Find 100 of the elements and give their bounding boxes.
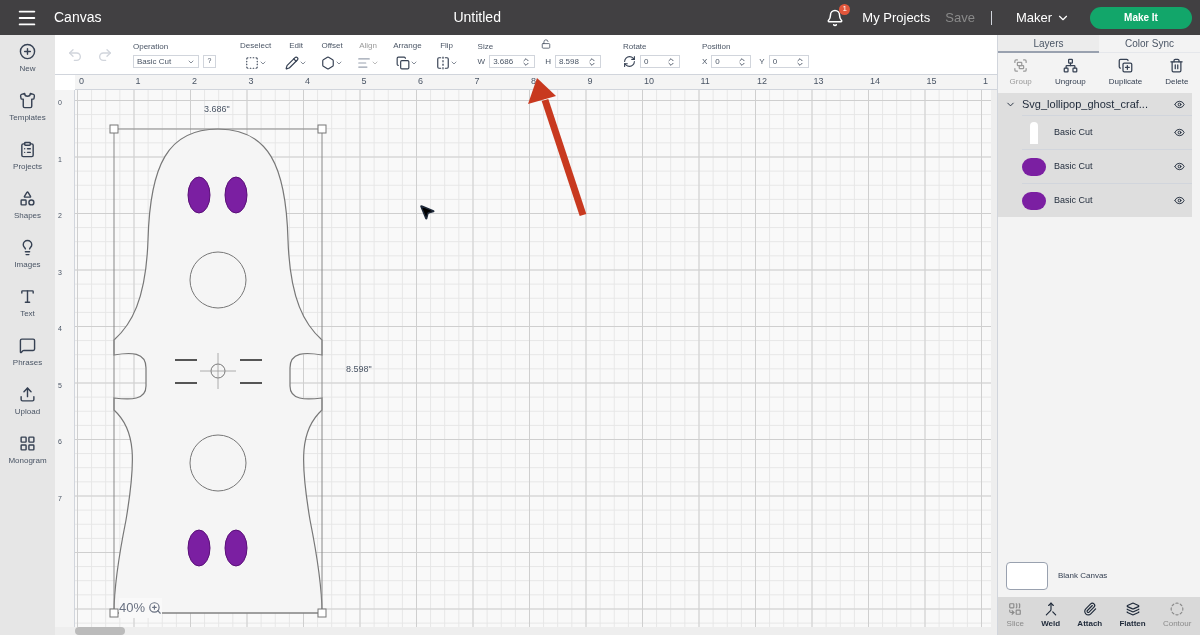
oval-thumbnail-icon bbox=[1022, 191, 1046, 210]
ruler-label: 2 bbox=[192, 75, 197, 88]
bottom-action-button[interactable]: Weld bbox=[1041, 602, 1061, 630]
text-icon bbox=[19, 288, 36, 305]
ruler-label: 13 bbox=[813, 75, 824, 88]
layer-row[interactable]: Basic Cut bbox=[1022, 115, 1192, 149]
group-row[interactable]: Svg_lollipop_ghost_craf... bbox=[998, 93, 1192, 115]
spinner-icon[interactable] bbox=[586, 56, 597, 67]
slice-icon bbox=[1008, 602, 1023, 616]
spinner-icon[interactable] bbox=[521, 56, 532, 67]
width-dimension-label: 3.686" bbox=[204, 103, 230, 116]
height-label: H bbox=[545, 55, 551, 68]
ruler-label: 3 bbox=[248, 75, 254, 88]
align-icon bbox=[357, 55, 372, 70]
size-label: Size bbox=[477, 41, 494, 53]
bottom-action-button[interactable]: Attach bbox=[1077, 602, 1103, 630]
spinner-icon[interactable] bbox=[794, 56, 805, 67]
templates-icon bbox=[19, 92, 36, 109]
offset-icon bbox=[321, 55, 336, 70]
ungroup-icon bbox=[1062, 58, 1078, 73]
layer-action-button[interactable]: Delete bbox=[1165, 58, 1189, 88]
ghost-thumbnail-icon bbox=[1030, 121, 1038, 144]
ruler-label: 8 bbox=[531, 75, 536, 88]
ruler-label: 1 bbox=[983, 75, 988, 88]
height-field[interactable]: 8.598 bbox=[554, 55, 601, 68]
notification-icon[interactable] bbox=[826, 8, 845, 27]
app-title: Canvas bbox=[54, 8, 102, 27]
edit-icon bbox=[285, 55, 300, 70]
x-field[interactable]: 0 bbox=[711, 55, 752, 68]
eye-icon bbox=[1174, 161, 1185, 172]
tool-button[interactable]: Flip bbox=[435, 39, 458, 70]
sidebar-item[interactable]: Templates bbox=[9, 92, 46, 124]
eye-icon bbox=[1174, 98, 1185, 110]
ruler-label: 10 bbox=[644, 75, 654, 88]
eye-icon bbox=[1174, 127, 1185, 138]
cursor-icon bbox=[418, 203, 436, 221]
ruler-label: 6 bbox=[418, 75, 423, 88]
lock-icon[interactable] bbox=[540, 39, 551, 49]
zoom-in-icon[interactable] bbox=[148, 600, 163, 615]
sidebar-item[interactable]: Upload bbox=[14, 386, 41, 418]
spinner-icon[interactable] bbox=[737, 56, 748, 67]
tool-button[interactable]: Offset bbox=[321, 39, 344, 70]
x-label: X bbox=[701, 55, 708, 68]
oval-thumbnail-icon bbox=[1022, 157, 1046, 176]
blank-canvas-label: Blank Canvas bbox=[1058, 570, 1108, 582]
eye-icon bbox=[1174, 195, 1185, 206]
layer-row[interactable]: Basic Cut bbox=[1022, 183, 1192, 217]
sidebar-item[interactable]: Monogram bbox=[8, 435, 47, 467]
machine-selector[interactable]: Maker bbox=[1015, 7, 1070, 28]
ruler-label: 9 bbox=[587, 75, 593, 88]
sidebar-item[interactable]: Text bbox=[19, 288, 36, 320]
ruler-label: 4 bbox=[305, 75, 310, 88]
group-icon bbox=[1013, 58, 1029, 73]
my-projects-button[interactable]: My Projects bbox=[862, 7, 931, 28]
panel-tab[interactable]: Color Sync bbox=[1099, 35, 1200, 53]
panel-tab[interactable]: Layers bbox=[998, 35, 1099, 53]
tool-button[interactable]: Deselect bbox=[240, 39, 272, 70]
ruler-label: 7 bbox=[474, 75, 480, 88]
arrange-icon bbox=[396, 55, 411, 70]
layer-row[interactable]: Basic Cut bbox=[1022, 149, 1192, 183]
position-label: Position bbox=[701, 41, 732, 53]
tool-button[interactable]: Arrange bbox=[393, 39, 422, 70]
y-field[interactable]: 0 bbox=[768, 55, 809, 68]
sidebar-item[interactable]: Images bbox=[14, 239, 41, 271]
layer-action-button[interactable]: Ungroup bbox=[1054, 58, 1086, 88]
operation-dropdown[interactable]: Basic Cut bbox=[133, 55, 199, 68]
operation-label: Operation bbox=[133, 41, 170, 53]
projects-icon bbox=[19, 141, 36, 158]
ruler-label: 5 bbox=[361, 75, 367, 88]
document-title: Untitled bbox=[453, 8, 501, 27]
ruler-label: 1 bbox=[135, 75, 141, 88]
flip-icon bbox=[435, 55, 450, 70]
tool-button[interactable]: Edit bbox=[285, 39, 308, 70]
sidebar-item[interactable]: Shapes bbox=[13, 190, 42, 222]
layer-action-button[interactable]: Duplicate bbox=[1108, 58, 1143, 88]
zoom-level: 40% bbox=[119, 599, 146, 617]
contour-icon bbox=[1170, 602, 1185, 616]
rotate-field[interactable]: 0 bbox=[639, 55, 680, 68]
attach-icon bbox=[1082, 602, 1097, 616]
delete-icon bbox=[1169, 58, 1185, 73]
width-field[interactable]: 3.686 bbox=[489, 55, 536, 68]
sidebar-item[interactable]: Phrases bbox=[12, 337, 43, 369]
rotate-icon bbox=[622, 55, 636, 68]
ruler-label: 0 bbox=[79, 75, 84, 88]
notification-badge: 1 bbox=[839, 3, 851, 15]
blank-canvas-swatch[interactable] bbox=[1006, 562, 1048, 590]
sidebar-item[interactable]: New bbox=[19, 43, 36, 75]
deselect-icon bbox=[244, 55, 259, 70]
weld-icon bbox=[1043, 602, 1058, 616]
spinner-icon[interactable] bbox=[665, 56, 676, 67]
phrases-icon bbox=[19, 337, 36, 354]
ruler-label: 12 bbox=[757, 75, 767, 88]
duplicate-icon bbox=[1117, 58, 1133, 73]
bottom-action-button[interactable]: Flatten bbox=[1119, 602, 1146, 630]
rotate-label: Rotate bbox=[622, 41, 648, 53]
sidebar-item[interactable]: Projects bbox=[13, 141, 42, 173]
ruler-label: 15 bbox=[926, 75, 937, 88]
ruler-label: 11 bbox=[700, 75, 710, 88]
upload-icon bbox=[19, 386, 36, 403]
new-icon bbox=[19, 43, 36, 60]
